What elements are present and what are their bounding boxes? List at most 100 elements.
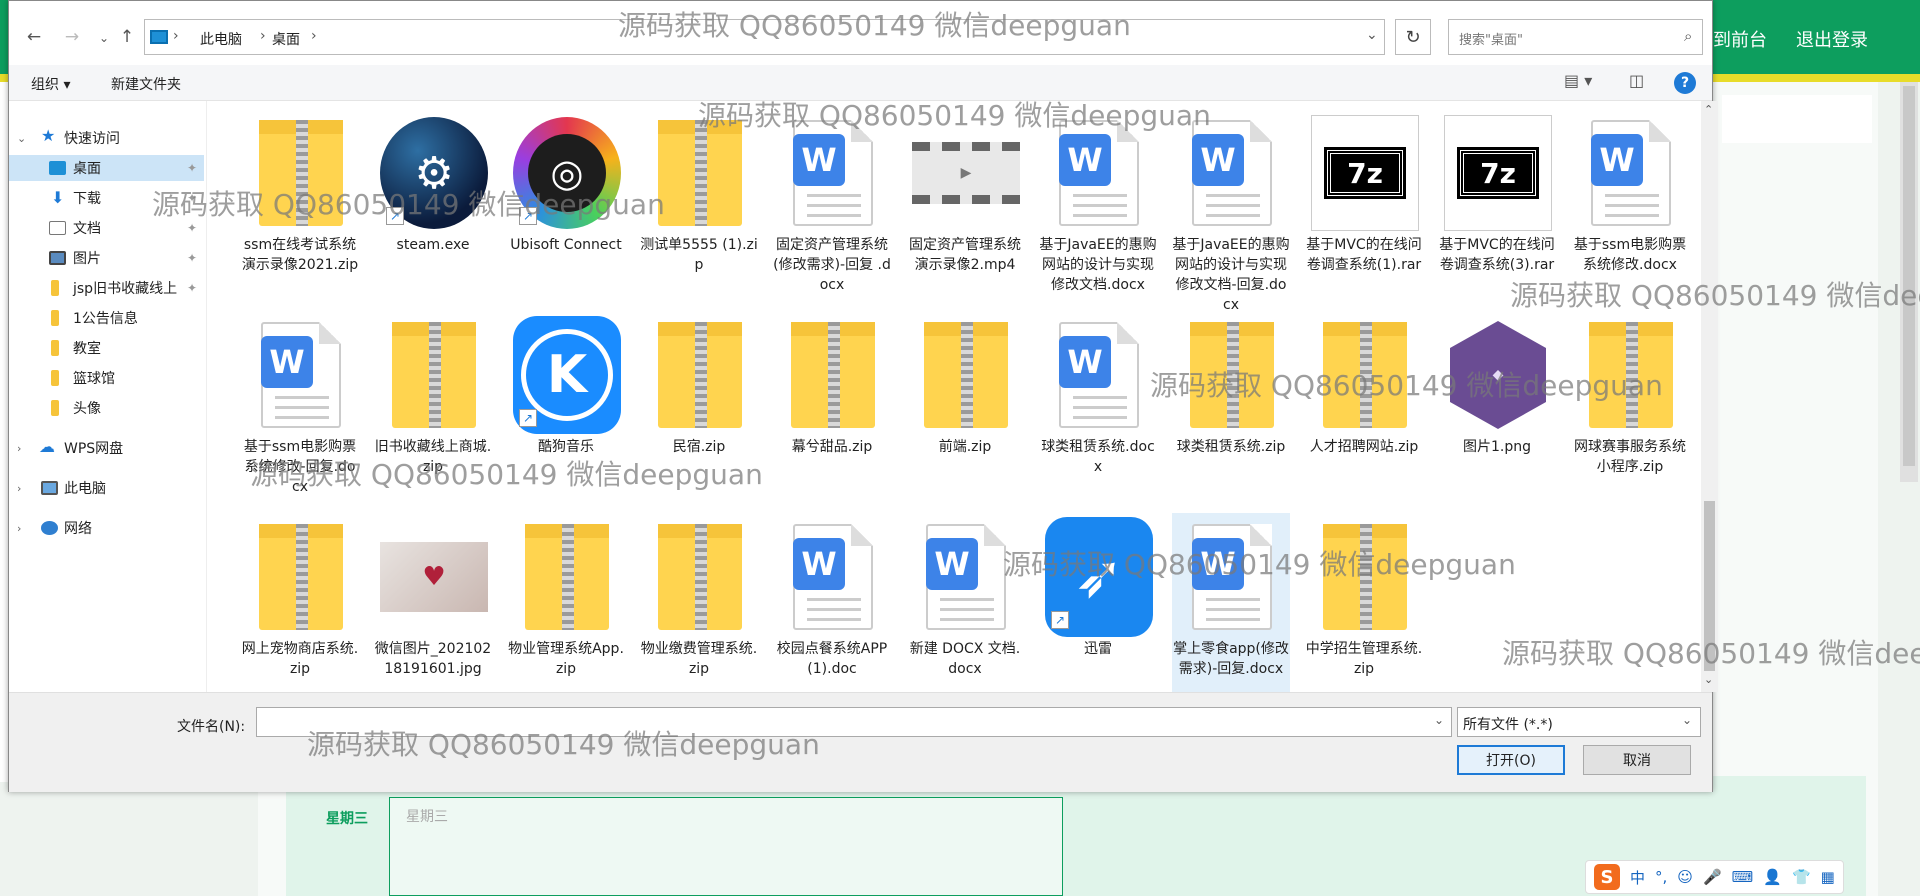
nav-documents[interactable]: 文档 ✦ xyxy=(9,215,204,241)
ime-skin-icon[interactable]: 👕 xyxy=(1792,868,1811,886)
nav-folder-classroom[interactable]: 教室 xyxy=(9,335,204,361)
refresh-button[interactable]: ↻ xyxy=(1395,19,1431,55)
sogou-ime-logo-icon[interactable]: S xyxy=(1594,864,1620,890)
nav-network[interactable]: › 网络 xyxy=(9,515,204,541)
file-item[interactable]: 球类租赁系统.zip xyxy=(1172,311,1290,521)
expand-chevron-icon[interactable]: › xyxy=(17,522,21,535)
file-item[interactable]: W 新建 DOCX 文档.docx xyxy=(906,513,1024,692)
file-item[interactable]: W 基于JavaEE的惠购网站的设计与实现修改文档-回复.docx xyxy=(1172,109,1290,319)
filetype-dropdown-chevron-icon[interactable]: ⌄ xyxy=(1682,713,1692,727)
file-item[interactable]: 网上宠物商店系统.zip xyxy=(241,513,359,692)
file-item[interactable]: 中学招生管理系统.zip xyxy=(1305,513,1423,692)
ime-chinese-mode[interactable]: 中 xyxy=(1630,867,1645,888)
logout-link[interactable]: 退出登录 xyxy=(1796,26,1868,52)
file-item[interactable]: W 基于ssm电影购票系统修改.docx xyxy=(1571,109,1689,319)
expand-chevron-icon[interactable]: › xyxy=(17,482,21,495)
view-options-icon[interactable]: ▤ ▾ xyxy=(1564,71,1592,90)
file-item[interactable]: 物业管理系统App.zip xyxy=(507,513,625,692)
expand-chevron-icon[interactable]: ⌄ xyxy=(17,132,26,145)
breadcrumb-separator-icon[interactable]: › xyxy=(173,28,179,44)
background-scrollbar-thumb[interactable] xyxy=(1903,86,1915,466)
cancel-button[interactable]: 取消 xyxy=(1583,745,1691,775)
file-item[interactable]: W 掌上零食app(修改需求)-回复.docx xyxy=(1172,513,1290,692)
breadcrumb-desktop[interactable]: 桌面 xyxy=(272,29,300,49)
search-input[interactable]: 搜索"桌面" xyxy=(1448,19,1703,55)
7zip-archive-icon: 7z xyxy=(1444,115,1552,231)
file-name: 人才招聘网站.zip xyxy=(1309,439,1419,455)
nav-this-pc[interactable]: › 此电脑 xyxy=(9,475,204,501)
search-icon[interactable]: ⌕ xyxy=(1684,27,1704,45)
goto-frontend-link[interactable]: 到前台 xyxy=(1713,26,1767,52)
file-item[interactable]: 前端.zip xyxy=(906,311,1024,521)
breadcrumb-this-pc[interactable]: 此电脑 xyxy=(200,29,242,49)
file-item[interactable]: ➶ ↗ 迅雷 xyxy=(1039,513,1157,692)
file-name: steam.exe xyxy=(396,237,470,253)
file-open-dialog: ← → ⌄ ↑ › 此电脑 › 桌面 › ⌄ ↻ 搜索"桌面" ⌕ 组织 ▾ 新… xyxy=(8,0,1718,792)
ime-punctuation-icon[interactable]: °, xyxy=(1655,868,1667,886)
file-item[interactable]: 幕兮甜品.zip xyxy=(773,311,891,521)
file-item[interactable]: 7z 基于MVC的在线问卷调查系统(1).rar xyxy=(1305,109,1423,319)
file-item[interactable]: ♥ 微信图片_20210218191601.jpg xyxy=(374,513,492,692)
file-item[interactable]: 网球赛事服务系统小程序.zip xyxy=(1571,311,1689,521)
file-item[interactable]: 人才招聘网站.zip xyxy=(1305,311,1423,521)
scroll-up-icon[interactable]: ⌃ xyxy=(1704,103,1713,116)
word-document-icon: W xyxy=(1178,521,1286,633)
file-item[interactable]: ⚙ ↗ steam.exe xyxy=(374,109,492,319)
file-item[interactable]: W 校园点餐系统APP (1).doc xyxy=(773,513,891,692)
forward-arrow-icon[interactable]: → xyxy=(61,27,83,47)
nav-folder-jsp[interactable]: jsp旧书收藏线上 ✦ xyxy=(9,275,204,301)
file-item[interactable]: ◎ ↗ Ubisoft Connect xyxy=(507,109,625,319)
organize-button[interactable]: 组织 ▾ xyxy=(31,74,70,94)
expand-chevron-icon[interactable]: › xyxy=(17,442,21,455)
recent-locations-chevron-icon[interactable]: ⌄ xyxy=(93,31,115,45)
file-item[interactable]: W 球类租赁系统.docx xyxy=(1039,311,1157,521)
file-grid-scrollbar[interactable]: ⌃ ⌄ xyxy=(1701,101,1718,692)
file-item[interactable]: 物业缴费管理系统.zip xyxy=(640,513,758,692)
file-item[interactable]: 测试单5555 (1).zip xyxy=(640,109,758,319)
ime-keyboard-icon[interactable]: ⌨ xyxy=(1732,868,1754,886)
file-item[interactable]: ◆ 图片1.png xyxy=(1438,311,1556,521)
file-item[interactable]: ssm在线考试系统演示录像2021.zip xyxy=(241,109,359,319)
nav-desktop[interactable]: 桌面 ✦ xyxy=(9,155,204,181)
file-item[interactable]: W 固定资产管理系统(修改需求)-回复 .docx xyxy=(773,109,891,319)
nav-folder-basketball[interactable]: 篮球馆 xyxy=(9,365,204,391)
nav-pictures[interactable]: 图片 ✦ xyxy=(9,245,204,271)
ime-emoji-icon[interactable]: ☺ xyxy=(1677,868,1693,886)
ime-menu-icon[interactable]: ▦ xyxy=(1821,868,1835,886)
filename-input[interactable] xyxy=(256,707,1452,737)
nav-quick-access[interactable]: ⌄ ★ 快速访问 xyxy=(9,125,204,151)
back-arrow-icon[interactable]: ← xyxy=(23,27,45,47)
computer-icon xyxy=(41,481,58,495)
7zip-archive-icon: 7z xyxy=(1311,115,1419,231)
file-item[interactable]: K ↗ 酷狗音乐 xyxy=(507,311,625,521)
new-folder-button[interactable]: 新建文件夹 xyxy=(111,74,181,94)
preview-pane-icon[interactable]: ◫ xyxy=(1629,71,1644,90)
help-icon[interactable]: ? xyxy=(1674,72,1696,94)
file-item[interactable]: 7z 基于MVC的在线问卷调查系统(3).rar xyxy=(1438,109,1556,319)
scrollbar-thumb[interactable] xyxy=(1704,501,1715,671)
nav-wps-cloud[interactable]: › ☁ WPS网盘 xyxy=(9,435,204,461)
up-arrow-icon[interactable]: ↑ xyxy=(116,27,138,47)
breadcrumb-separator-icon[interactable]: › xyxy=(311,28,317,44)
wednesday-textarea[interactable]: 星期三 xyxy=(389,797,1063,896)
file-item[interactable]: 民宿.zip xyxy=(640,311,758,521)
open-button[interactable]: 打开(O) xyxy=(1457,745,1565,775)
ime-user-icon[interactable]: 👤 xyxy=(1763,868,1782,886)
file-name: 校园点餐系统APP (1).doc xyxy=(776,641,888,677)
breadcrumb-separator-icon[interactable]: › xyxy=(260,28,266,44)
wednesday-label: 星期三 xyxy=(326,811,368,827)
nav-folder-avatar[interactable]: 头像 xyxy=(9,395,204,421)
zip-archive-icon xyxy=(912,319,1020,431)
scroll-down-icon[interactable]: ⌄ xyxy=(1704,673,1713,686)
filetype-select[interactable]: 所有文件 (*.*) ⌄ xyxy=(1457,707,1701,737)
address-dropdown-chevron-icon[interactable]: ⌄ xyxy=(1366,27,1378,43)
file-item[interactable]: ▶ 固定资产管理系统演示录像2.mp4 xyxy=(906,109,1024,319)
address-bar[interactable]: › 此电脑 › 桌面 › ⌄ xyxy=(144,19,1385,55)
nav-downloads[interactable]: ⬇ 下载 ✦ xyxy=(9,185,204,211)
ime-voice-icon[interactable]: 🎤 xyxy=(1703,868,1722,886)
nav-folder-announcements[interactable]: 1公告信息 xyxy=(9,305,204,331)
ime-toolbar[interactable]: S 中 °, ☺ 🎤 ⌨ 👤 👕 ▦ xyxy=(1585,860,1844,894)
file-item[interactable]: W 基于JavaEE的惠购网站的设计与实现修改文档.docx xyxy=(1039,109,1157,319)
file-item[interactable]: W 基于ssm电影购票系统修改-回复.docx xyxy=(241,311,359,521)
file-item[interactable]: 旧书收藏线上商城.zip xyxy=(374,311,492,521)
